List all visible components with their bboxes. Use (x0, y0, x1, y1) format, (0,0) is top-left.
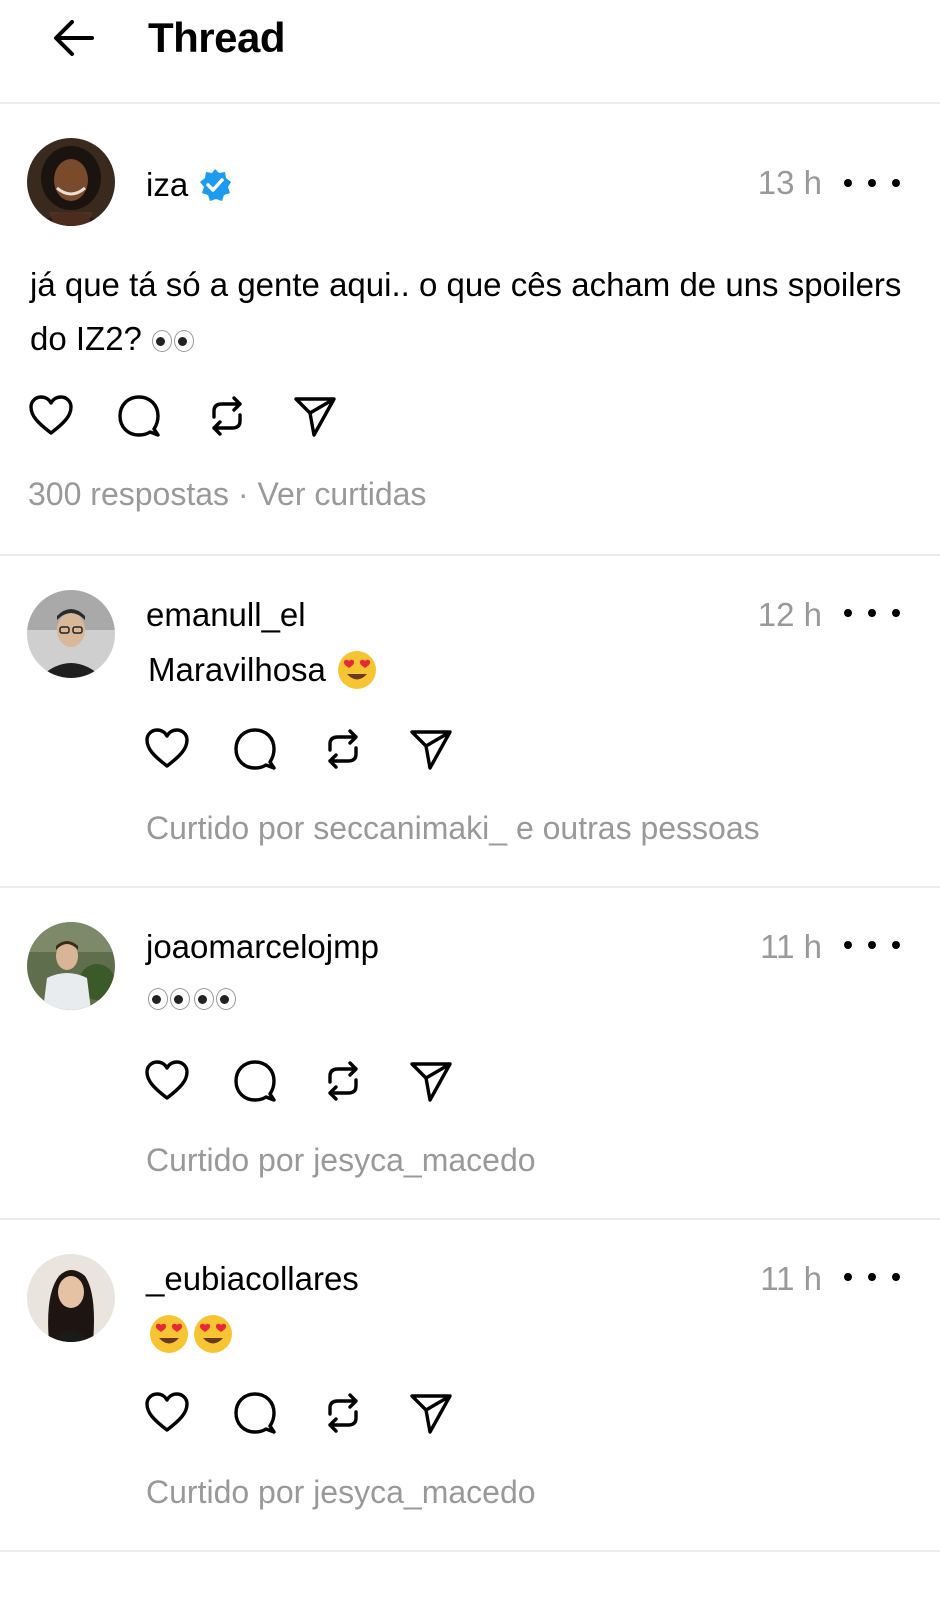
avatar[interactable] (27, 1254, 115, 1342)
avatar[interactable] (27, 138, 115, 226)
repost-button[interactable] (318, 724, 368, 774)
reply-button[interactable] (230, 724, 280, 774)
more-options-button[interactable] (844, 168, 900, 198)
page-title: Thread (148, 14, 286, 61)
reply-author[interactable]: emanull_el (146, 596, 306, 634)
send-icon (410, 1062, 452, 1102)
send-icon (410, 1394, 452, 1434)
share-button[interactable] (406, 724, 456, 774)
reply-time: 11 h (760, 928, 822, 965)
replies-count[interactable]: 300 respostas (28, 476, 229, 512)
repost-button[interactable] (318, 1056, 368, 1106)
heart-icon (29, 395, 73, 435)
repost-icon (212, 396, 242, 436)
reply-button[interactable] (114, 391, 164, 441)
dot-icon (892, 179, 900, 187)
back-button[interactable] (50, 14, 98, 62)
dot-icon (868, 1273, 876, 1281)
more-options-button[interactable] (844, 930, 900, 960)
dot-icon (868, 179, 876, 187)
avatar[interactable] (27, 590, 115, 678)
comment-icon (118, 395, 160, 437)
reply-post: _eubiacollares 11 h Curtido por jesyca_m… (0, 1220, 940, 1550)
heart-icon (145, 1392, 189, 1432)
reply-text: Maravilhosa (148, 651, 326, 688)
dot-icon (868, 609, 876, 617)
heart-eyes-emoji-icon (194, 1315, 232, 1353)
separator: · (237, 476, 249, 512)
heart-icon (145, 1060, 189, 1100)
dot-icon (868, 941, 876, 949)
send-icon (410, 730, 452, 770)
more-options-button[interactable] (844, 1262, 900, 1292)
eyes-emoji-icon (194, 988, 238, 1010)
like-button[interactable] (142, 1388, 192, 1438)
dot-icon (892, 941, 900, 949)
share-button[interactable] (406, 1056, 456, 1106)
reply-button[interactable] (230, 1388, 280, 1438)
app-header: Thread (0, 0, 940, 104)
dot-icon (844, 179, 852, 187)
post-author[interactable]: iza (146, 166, 232, 204)
send-icon (294, 397, 336, 437)
reply-actions (142, 724, 494, 774)
dot-icon (844, 1273, 852, 1281)
eyes-emoji-icon (151, 330, 196, 353)
avatar[interactable] (27, 922, 115, 1010)
dot-icon (844, 609, 852, 617)
comment-icon (234, 1060, 276, 1102)
repost-button[interactable] (318, 1388, 368, 1438)
comment-icon (234, 1392, 276, 1434)
repost-icon (328, 729, 358, 769)
post-actions (26, 391, 378, 441)
liked-by-text[interactable]: Curtido por seccanimaki_ e outras pessoa… (146, 810, 760, 847)
share-button[interactable] (290, 391, 340, 441)
main-post: iza 13 h já que tá só a gente aqui.. o q… (0, 104, 940, 556)
liked-by-text[interactable]: Curtido por jesyca_macedo (146, 1474, 536, 1511)
liked-by-text[interactable]: Curtido por jesyca_macedo (146, 1142, 536, 1179)
reply-body (148, 984, 238, 1014)
dot-icon (892, 609, 900, 617)
username[interactable]: iza (146, 166, 188, 204)
repost-button[interactable] (202, 391, 252, 441)
heart-eyes-emoji-icon (150, 1315, 188, 1353)
reply-post: joaomarcelojmp 11 h Curtido por jesyca_m… (0, 888, 940, 1218)
more-options-button[interactable] (844, 598, 900, 628)
dot-icon (892, 1273, 900, 1281)
comment-icon (234, 728, 276, 770)
dot-icon (844, 941, 852, 949)
heart-eyes-emoji-icon (337, 651, 376, 689)
post-body: já que tá só a gente aqui.. o que cês ac… (30, 258, 910, 366)
divider (0, 1550, 940, 1552)
like-button[interactable] (142, 724, 192, 774)
repost-icon (328, 1061, 358, 1101)
reply-body (148, 1312, 234, 1356)
share-button[interactable] (406, 1388, 456, 1438)
verified-badge-icon (200, 169, 232, 201)
arrow-left-icon (54, 20, 94, 56)
reply-body: Maravilhosa (148, 648, 378, 692)
heart-icon (145, 728, 189, 768)
like-button[interactable] (142, 1056, 192, 1106)
reply-author[interactable]: _eubiacollares (146, 1260, 359, 1298)
eyes-emoji-icon (148, 988, 192, 1010)
reply-time: 11 h (760, 1260, 822, 1297)
post-time: 13 h (757, 164, 822, 201)
like-button[interactable] (26, 391, 76, 441)
reply-actions (142, 1056, 494, 1106)
view-likes-link[interactable]: Ver curtidas (257, 476, 426, 512)
repost-icon (328, 1393, 358, 1433)
reply-author[interactable]: joaomarcelojmp (146, 928, 379, 966)
reply-time: 12 h (757, 596, 822, 633)
reply-actions (142, 1388, 494, 1438)
reply-post: emanull_el 12 h Maravilhosa Curtido por … (0, 556, 940, 886)
reply-button[interactable] (230, 1056, 280, 1106)
post-stats: 300 respostas · Ver curtidas (28, 476, 426, 513)
